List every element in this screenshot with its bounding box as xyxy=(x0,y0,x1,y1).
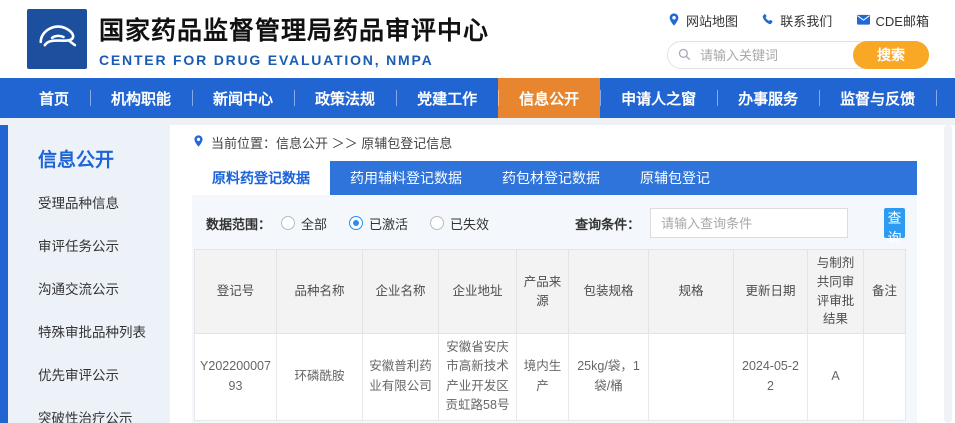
table-cell xyxy=(864,334,906,421)
table-cell: 25kg/袋，1袋/桶 xyxy=(569,334,649,421)
header-right: 网站地图 联系我们 CDE邮箱 xyxy=(667,9,929,69)
column-header: 登记号 xyxy=(195,250,277,334)
column-header: 品种名称 xyxy=(277,250,363,334)
phone-icon xyxy=(761,12,775,29)
table-header-row: 登记号品种名称企业名称企业地址产品来源包装规格规格更新日期与制剂共同审评审批结果… xyxy=(195,250,906,334)
sidebar-item[interactable]: 受理品种信息 xyxy=(38,192,170,212)
sitemap-label: 网站地图 xyxy=(686,11,738,30)
sidebar-item[interactable]: 沟通交流公示 xyxy=(38,278,170,298)
table-cell: 环磷酰胺 xyxy=(277,334,363,421)
sidebar-item[interactable]: 特殊审批品种列表 xyxy=(38,321,170,341)
left-accent-strip xyxy=(0,125,8,423)
tab-原料药登记数据[interactable]: 原料药登记数据 xyxy=(192,161,330,195)
contact-link[interactable]: 联系我们 xyxy=(761,11,832,30)
sidebar-title: 信息公开 xyxy=(38,145,170,172)
radio-label: 已失效 xyxy=(450,214,489,233)
column-header: 企业名称 xyxy=(363,250,439,334)
radio-icon xyxy=(430,216,444,230)
location-pin-icon xyxy=(667,12,681,30)
table-cell: 安徽省安庆市高新技术产业开发区贡虹路58号 xyxy=(439,334,517,421)
page: 国家药品监督管理局药品审评中心 CENTER FOR DRUG EVALUATI… xyxy=(0,0,955,423)
table-cell: 安徽普利药业有限公司 xyxy=(363,334,439,421)
search-button[interactable]: 搜索 xyxy=(853,41,929,69)
query-label: 查询条件： xyxy=(575,214,640,233)
breadcrumb-text: 当前位置：信息公开 ＞＞ 原辅包登记信息 xyxy=(211,133,452,152)
site-title-en: CENTER FOR DRUG EVALUATION, NMPA xyxy=(99,52,489,68)
column-header: 规格 xyxy=(649,250,734,334)
breadcrumb: 当前位置：信息公开 ＞＞ 原辅包登记信息 xyxy=(192,133,917,152)
site-title-cn: 国家药品监督管理局药品审评中心 xyxy=(99,11,489,47)
column-header: 备注 xyxy=(864,250,906,334)
radio-icon xyxy=(281,216,295,230)
scope-label: 数据范围： xyxy=(206,214,271,233)
swan-logo-icon xyxy=(31,11,83,68)
cde-mail-link[interactable]: CDE邮箱 xyxy=(856,11,929,30)
column-header: 产品来源 xyxy=(517,250,569,334)
cde-logo xyxy=(27,9,87,69)
main-nav: 首页机构职能新闻中心政策法规党建工作信息公开申请人之窗办事服务监督与反馈登记备案… xyxy=(0,78,955,118)
content-panel: 数据范围： 全部 已激活 已失效 查询条件： 查询 登记号品种名称企业名称企业地址产… xyxy=(192,195,917,423)
nav-item-政策法规[interactable]: 政策法规 xyxy=(294,78,396,118)
nav-item-监督与反馈[interactable]: 监督与反馈 xyxy=(819,78,936,118)
body: 信息公开 受理品种信息审评任务公示沟通交流公示特殊审批品种列表优先审评公示突破性… xyxy=(0,125,955,423)
nav-item-党建工作[interactable]: 党建工作 xyxy=(396,78,498,118)
radio-已激活[interactable]: 已激活 xyxy=(349,214,408,233)
table-cell: 境内生产 xyxy=(517,334,569,421)
sidebar: 信息公开 受理品种信息审评任务公示沟通交流公示特殊审批品种列表优先审评公示突破性… xyxy=(8,125,170,423)
nav-item-登记备案平台[interactable]: 登记备案平台 xyxy=(936,78,955,118)
header: 国家药品监督管理局药品审评中心 CENTER FOR DRUG EVALUATI… xyxy=(0,0,955,78)
table-cell: A xyxy=(808,334,864,421)
radio-icon xyxy=(349,216,363,230)
nav-item-信息公开[interactable]: 信息公开 xyxy=(498,78,600,118)
scrollbar[interactable] xyxy=(944,125,952,423)
sidebar-item[interactable]: 审评任务公示 xyxy=(38,235,170,255)
table-cell xyxy=(649,334,734,421)
quick-links: 网站地图 联系我们 CDE邮箱 xyxy=(667,11,929,30)
sidebar-items: 受理品种信息审评任务公示沟通交流公示特殊审批品种列表优先审评公示突破性治疗公示三… xyxy=(38,192,170,423)
tab-药包材登记数据[interactable]: 药包材登记数据 xyxy=(482,161,620,195)
sidebar-item[interactable]: 突破性治疗公示 xyxy=(38,407,170,423)
nav-item-办事服务[interactable]: 办事服务 xyxy=(717,78,819,118)
filter-row: 数据范围： 全部 已激活 已失效 查询条件： 查询 xyxy=(206,207,905,239)
table-cell: Y20220000793 xyxy=(195,334,277,421)
main-content: 当前位置：信息公开 ＞＞ 原辅包登记信息 原料药登记数据药用辅料登记数据药包材登… xyxy=(192,125,917,423)
query-button[interactable]: 查询 xyxy=(884,208,905,238)
table-row[interactable]: Y20220000793环磷酰胺安徽普利药业有限公司安徽省安庆市高新技术产业开发… xyxy=(195,334,906,421)
envelope-icon xyxy=(856,13,871,29)
sitemap-link[interactable]: 网站地图 xyxy=(667,11,738,30)
column-header: 更新日期 xyxy=(734,250,808,334)
query-input[interactable] xyxy=(650,208,848,238)
nav-item-新闻中心[interactable]: 新闻中心 xyxy=(192,78,294,118)
search-icon xyxy=(677,47,692,67)
radio-已失效[interactable]: 已失效 xyxy=(430,214,489,233)
radio-全部[interactable]: 全部 xyxy=(281,214,327,233)
header-search: 搜索 xyxy=(667,41,929,69)
contact-label: 联系我们 xyxy=(780,11,832,30)
registration-table: 登记号品种名称企业名称企业地址产品来源包装规格规格更新日期与制剂共同审评审批结果… xyxy=(194,249,906,421)
table-cell: 2024-05-22 xyxy=(734,334,808,421)
sidebar-item[interactable]: 优先审评公示 xyxy=(38,364,170,384)
site-titles: 国家药品监督管理局药品审评中心 CENTER FOR DRUG EVALUATI… xyxy=(99,11,489,68)
nav-item-首页[interactable]: 首页 xyxy=(18,78,90,118)
column-header: 与制剂共同审评审批结果 xyxy=(808,250,864,334)
cde-mail-label: CDE邮箱 xyxy=(876,11,929,30)
nav-item-申请人之窗[interactable]: 申请人之窗 xyxy=(600,78,717,118)
tab-药用辅料登记数据[interactable]: 药用辅料登记数据 xyxy=(330,161,482,195)
column-header: 企业地址 xyxy=(439,250,517,334)
breadcrumb-pin-icon xyxy=(192,134,205,151)
tab-原辅包登记[interactable]: 原辅包登记 xyxy=(620,161,730,195)
column-header: 包装规格 xyxy=(569,250,649,334)
radio-label: 已激活 xyxy=(369,214,408,233)
tabs-bar: 原料药登记数据药用辅料登记数据药包材登记数据原辅包登记 xyxy=(192,161,917,195)
radio-label: 全部 xyxy=(301,214,327,233)
scope-radios: 全部 已激活 已失效 xyxy=(281,214,511,233)
nav-gap xyxy=(0,118,955,125)
nav-item-机构职能[interactable]: 机构职能 xyxy=(90,78,192,118)
